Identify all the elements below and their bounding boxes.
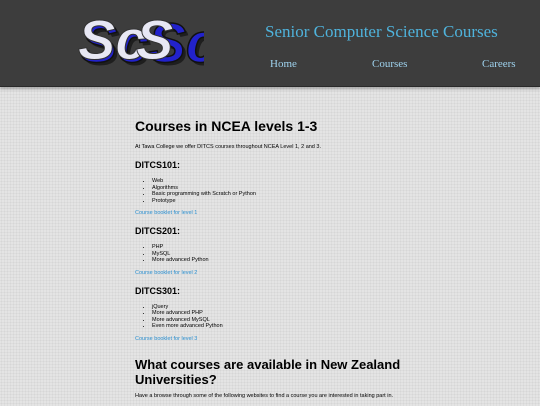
booklet-link-level-1[interactable]: Course booklet for level 1 [135, 210, 407, 217]
course-list-301: jQuery More advanced PHP More advanced M… [135, 304, 407, 330]
list-item: Even more advanced Python [152, 323, 407, 330]
universities-heading: What courses are available in New Zealan… [135, 356, 401, 387]
site-title: Senior Computer Science Courses [265, 22, 498, 41]
course-list-101: Web Algorithms Basic programming with Sc… [135, 178, 407, 204]
page-heading: Courses in NCEA levels 1-3 [135, 118, 318, 134]
course-heading-301: DITCS301: [135, 285, 181, 296]
universities-intro: Have a browse through some of the follow… [135, 392, 394, 399]
course-heading-101: DITCS101: [135, 160, 181, 170]
site-header: ScSc ScSc Sc S Senior Computer Science C… [0, 0, 540, 87]
booklet-link-level-3[interactable]: Course booklet for level 3 [135, 336, 407, 343]
nav-careers-link[interactable]: Careers [482, 58, 516, 70]
list-item: More advanced Python [152, 257, 407, 264]
main-content: Courses in NCEA levels 1-3 At Tawa Colle… [135, 118, 407, 406]
scsc-logo[interactable]: ScSc ScSc Sc S [74, 10, 205, 74]
nav-courses-link[interactable]: Courses [372, 58, 407, 70]
list-item: Prototype [152, 198, 407, 205]
nav-home-link[interactable]: Home [270, 58, 297, 70]
course-heading-201: DITCS201: [135, 226, 181, 236]
booklet-link-level-2[interactable]: Course booklet for level 2 [135, 270, 407, 277]
course-list-201: PHP MySQL More advanced Python [135, 244, 407, 264]
svg-text:S: S [136, 10, 173, 71]
intro-text: At Tawa College we offer DITCS courses t… [135, 144, 321, 150]
